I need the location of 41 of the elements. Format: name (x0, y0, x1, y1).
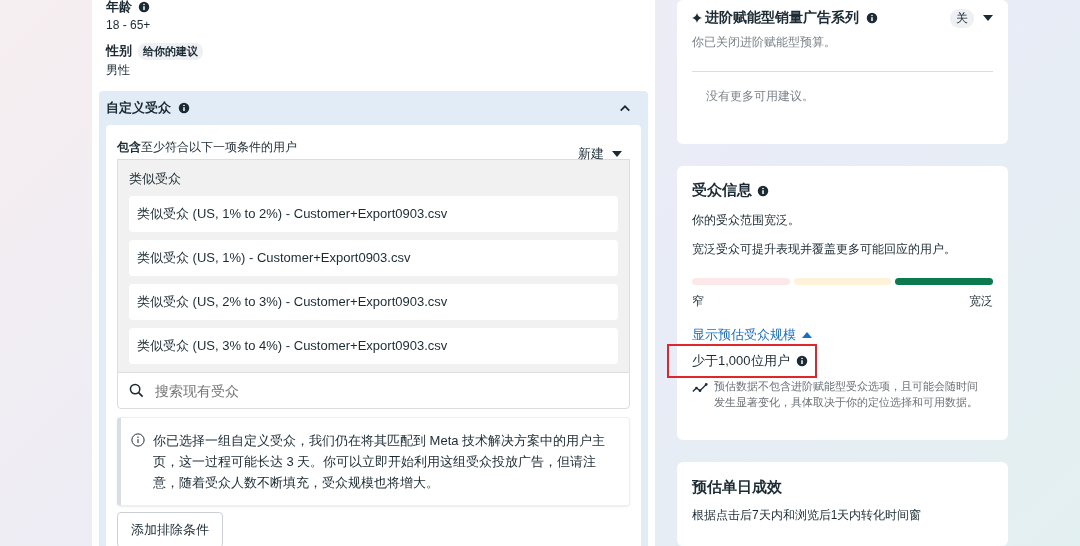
search-icon (129, 383, 144, 398)
audience-size: 少于1,000位用户 (692, 352, 790, 370)
info-icon[interactable] (138, 1, 150, 13)
add-exclusion-button[interactable]: 添加排除条件 (117, 512, 223, 546)
empty-message: 没有更多可用建议。 (705, 88, 815, 105)
sparkle-icon (692, 13, 702, 23)
card-title: 预估单日成效 (692, 478, 783, 497)
caret-icon[interactable] (983, 15, 993, 21)
info-text: 你的受众范围宽泛。 (692, 212, 801, 229)
new-button[interactable]: 新建 (578, 145, 630, 163)
meter-label: 窄 (692, 293, 704, 310)
info-icon[interactable] (795, 355, 808, 367)
field-value: 18 - 65+ (106, 18, 152, 32)
audience-item[interactable]: 类似受众 (US, 1% to 2%) - Customer+Export0903.csv (129, 196, 618, 232)
search-field[interactable]: 搜索现有受众 (117, 372, 630, 409)
suggestion-badge: 给你的建议 (138, 42, 203, 60)
toggle-status[interactable]: 关 (950, 8, 974, 28)
audience-item[interactable]: 类似受众 (US, 3% to 4%) - Customer+Export0903.csv (129, 328, 618, 364)
card-subtitle: 你已关闭进阶赋能型预算。 (692, 34, 837, 51)
audience-item[interactable]: 类似受众 (US, 2% to 3%) - Customer+Export0903.csv (129, 284, 618, 320)
field-value: 男性 (106, 62, 131, 79)
info-icon[interactable] (866, 12, 878, 24)
section-title: 自定义受众 (106, 99, 171, 117)
card-title: 受众信息 (692, 181, 752, 200)
card-title: 进阶赋能型销量广告系列 (705, 9, 859, 27)
estimate-note: 预估数据不包含进阶赋能型受众选项，且可能会随时间发生显著变化，具体取决于你的定位选择和可用数据。 (714, 379, 979, 410)
audience-item[interactable]: 类似受众 (US, 1%) - Customer+Export0903.csv (129, 240, 618, 276)
info-icon[interactable] (178, 102, 190, 114)
group-title: 类似受众 (129, 170, 182, 188)
field-label: 性别 (106, 42, 132, 60)
info-icon[interactable] (757, 184, 769, 197)
notice-text: 你已选择一组自定义受众，我们仍在将其匹配到 Meta 技术解决方案中的用户主页，这一过程可能长达 3 天。你可以立即开始利用这组受众投放广告，但请注意，随着受众人数不断填充，受众规模也将增大。 (153, 432, 607, 492)
meter-label: 宽泛 (969, 293, 993, 310)
caret-icon (612, 151, 622, 157)
info-text: 宽泛受众可提升表现并覆盖更多可能回应的用户。 (692, 241, 957, 258)
field-label: 年龄 (106, 0, 132, 16)
info-icon (131, 433, 145, 447)
card-subtitle: 根据点击后7天内和浏览后1天内转化时间窗 (692, 507, 923, 524)
audience-size-link[interactable]: 显示预估受众规模 (692, 326, 812, 344)
include-text: 包含至少符合以下一项条件的用户 (117, 139, 297, 156)
trend-icon (692, 381, 708, 395)
